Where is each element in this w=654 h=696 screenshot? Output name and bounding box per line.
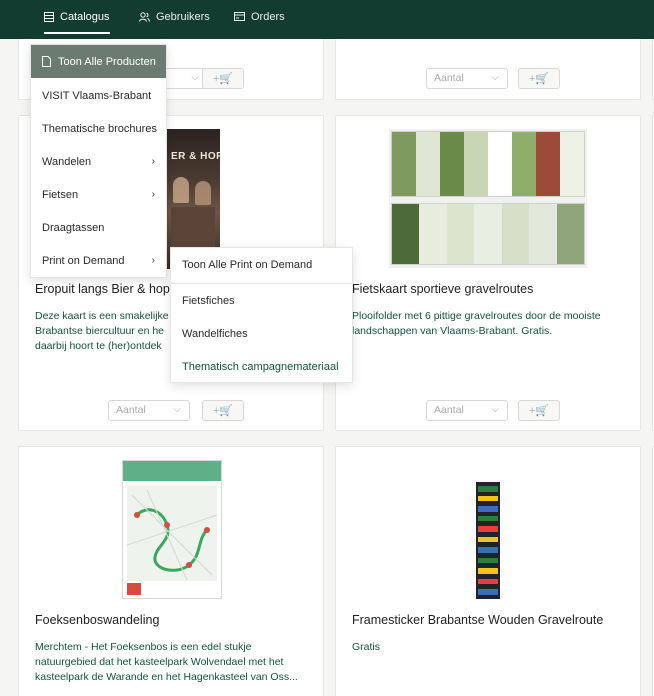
menu-item-label: Wandelfiches [182,327,248,340]
menu-item-wandelen[interactable]: Wandelen › [31,145,166,178]
product-description: Plooifolder met 6 pittige gravelroutes d… [352,309,637,339]
menu-item-label: Print on Demand [42,254,125,267]
menu-item-label: Thematische brochures [42,122,157,135]
add-to-cart-button[interactable]: +🛒 [518,400,560,421]
submenu-item-fietsfiches[interactable]: Fietsfiches [171,284,352,317]
menu-item-draagtassen[interactable]: Draagtassen [31,211,166,244]
description-line: Brabantse biercultuur en he [35,325,164,337]
description-line: natuurgebied dat het kasteelpark Wolvend… [35,656,284,668]
menu-item-thematische-brochures[interactable]: Thematische brochures [31,112,166,145]
quantity-select[interactable]: Aantal⌵ [426,68,508,89]
menu-item-label: Fietsen [42,188,79,201]
product-card: Fietskaart sportieve gravelroutes Plooif… [335,115,641,431]
menu-item-label: Draagtassen [42,221,105,234]
product-description: Deze kaart is een smakelijke Brabantse b… [35,309,170,354]
product-title[interactable]: Foeksenboswandeling [35,613,159,627]
nav-tab-label: Gebruikers [156,10,210,23]
product-image [389,129,587,268]
menu-item-label: Fietsfiches [182,294,235,307]
print-on-demand-submenu: Toon Alle Print on Demand Fietsfiches Wa… [170,247,353,383]
nav-tab-catalogus[interactable]: Catalogus [44,0,110,34]
route-map [127,489,217,581]
product-image [122,460,222,599]
quantity-select[interactable]: Aantal⌵ [108,400,190,421]
submenu-item-wandelfiches[interactable]: Wandelfiches [171,317,352,350]
top-navigation-bar: Catalogus Gebruikers Orders [0,0,654,39]
menu-item-print-on-demand[interactable]: Print on Demand › [31,244,166,277]
menu-item-fietsen[interactable]: Fietsen › [31,178,166,211]
product-card: Framesticker Brabantse Wouden Gravelrout… [335,446,641,696]
chevron-right-icon: › [151,189,155,200]
product-description: Merchtem - Het Foeksenbos is een edel st… [35,640,320,685]
menu-item-toon-alle-producten[interactable]: Toon Alle Producten [31,45,166,78]
description-line: Deze kaart is een smakelijke [35,310,169,322]
product-title[interactable]: Eropuit langs Bier & hop [35,282,170,296]
menu-item-label: VISIT Vlaams-Brabant [42,89,152,102]
chevron-down-icon: ⌵ [491,72,499,83]
description-line: daarbij hoort te (her)ontdek [35,340,162,352]
description-line: Gratis [352,641,381,653]
product-title[interactable]: Fietskaart sportieve gravelroutes [352,282,533,296]
submenu-item-toon-alle-print-on-demand[interactable]: Toon Alle Print on Demand [171,248,352,281]
menu-item-label: Toon Alle Print on Demand [182,258,313,271]
chevron-right-icon: › [151,156,155,167]
description-line: Merchtem - Het Foeksenbos is een edel st… [35,641,252,653]
chevron-right-icon: › [151,255,155,266]
product-image [476,460,500,599]
nav-tab-label: Catalogus [60,10,110,23]
submenu-item-thematisch-campagnemateriaal[interactable]: Thematisch campagnemateriaal [171,350,352,383]
product-image-caption: ER & HOP [171,151,220,162]
product-card: Aantal⌵ +🛒 [335,39,641,100]
description-line: kasteelpark de Warande en het Hagenkaste… [35,671,298,683]
chevron-down-icon: ⌵ [191,72,199,83]
grid-icon [44,11,54,22]
product-description: Gratis [352,640,637,655]
menu-item-label: Thematisch campagnemateriaal [182,360,339,373]
users-icon [139,11,150,22]
catalog-dropdown-menu: Toon Alle Producten VISIT Vlaams-Brabant… [30,44,167,278]
menu-item-label: Wandelen [42,155,92,168]
description-line: landschappen van Vlaams-Brabant. Gratis. [352,325,553,337]
add-to-cart-button[interactable]: +🛒 [202,68,244,89]
add-to-cart-button[interactable]: +🛒 [202,400,244,421]
product-title[interactable]: Framesticker Brabantse Wouden Gravelrout… [352,613,603,627]
menu-item-visit-vlaams-brabant[interactable]: VISIT Vlaams-Brabant [31,79,166,112]
chevron-down-icon: ⌵ [173,404,181,415]
card-icon [234,12,245,21]
nav-tab-gebruikers[interactable]: Gebruikers [139,0,210,33]
description-line: Plooifolder met 6 pittige gravelroutes d… [352,310,601,322]
document-icon [42,56,51,67]
chevron-down-icon: ⌵ [491,404,499,415]
product-card: Foeksenboswandeling Merchtem - Het Foeks… [18,446,324,696]
nav-tab-label: Orders [251,10,285,23]
nav-tab-orders[interactable]: Orders [234,0,285,33]
add-to-cart-button[interactable]: +🛒 [518,68,560,89]
menu-item-label: Toon Alle Producten [58,55,156,68]
quantity-select[interactable]: Aantal⌵ [426,400,508,421]
